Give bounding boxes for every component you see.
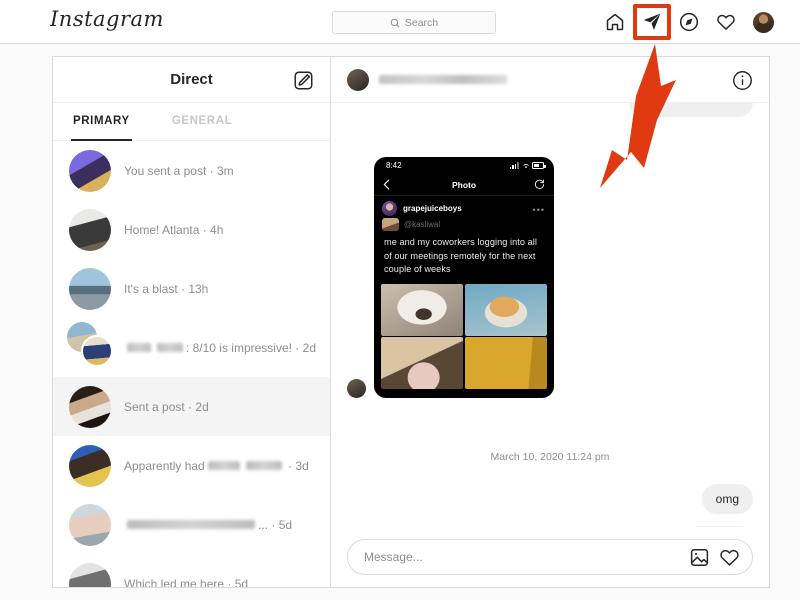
conversation-preview: Sent a post · 2d [124,399,209,414]
conversation-preview: Which led me here · 5d [124,577,316,588]
info-circle-icon[interactable] [732,70,753,91]
conversation-item[interactable]: You sent a post · 3m [53,141,330,200]
conversation-preview: It's a blast · 13h [124,281,209,296]
photo-attachment-icon[interactable] [689,547,710,568]
conversation-preview: Home! Atlanta · 4h [124,222,224,237]
message-input[interactable]: Message... [347,539,753,575]
shared-post-message[interactable]: 8:42 Photo grapejuiceboys ••• @kasliwal … [347,157,554,399]
sender-avatar [347,379,366,399]
timestamp: 3m [216,163,234,178]
grid-image-yellow-wall [464,337,547,390]
avatar[interactable] [347,68,369,91]
message-bubble[interactable]: omg [701,484,753,514]
chat-username-redacted [379,75,507,84]
chat-thread-panel: 8:42 Photo grapejuiceboys ••• @kasliwal … [331,57,769,587]
conversation-item[interactable]: Apparently had · 3d [53,436,330,495]
timestamp: 3d [295,458,309,473]
tab-primary[interactable]: PRIMARY [71,103,132,141]
phone-status-bar: 8:42 [374,157,554,174]
search-placeholder: Search [404,16,439,29]
grid-image-dog-closeup [381,283,464,336]
wifi-icon [522,164,529,169]
compose-new-message-icon[interactable] [293,70,314,91]
instagram-logo[interactable]: Instagram [50,7,164,31]
signal-icon [509,162,519,169]
conversation-item[interactable]: : 8/10 is impressive! · 2d [53,318,330,377]
explore-compass-icon[interactable] [679,12,699,32]
message-timestamp: March 10, 2020 11:24 pm [490,451,610,463]
message-row-outgoing: yes yes [684,526,753,527]
activity-heart-icon[interactable] [716,12,736,32]
direct-messages-icon[interactable] [633,4,671,40]
message-list[interactable]: 8:42 Photo grapejuiceboys ••• @kasliwal … [331,103,769,527]
instagram-direct-page: Instagram Search Direct PRIMARY GENERAL … [0,0,800,600]
status-bar-time: 8:42 [386,161,402,170]
inbox-title: Direct [170,71,213,88]
timestamp: 5d [278,517,293,532]
direct-message-panel: Direct PRIMARY GENERAL You sent a post ·… [52,56,770,588]
avatar [69,503,111,546]
avatar [69,444,111,487]
conversation-item[interactable]: Home! Atlanta · 4h [53,200,330,259]
timestamp: 5d [234,576,249,588]
post-account-row: grapejuiceboys ••• [374,196,554,218]
profile-avatar[interactable] [753,11,774,33]
conversation-preview: You sent a post · 3m [124,163,234,178]
message-bubble-scrolled-off [629,103,753,117]
message-row-outgoing: omg [701,484,753,514]
avatar [69,385,111,428]
top-navigation-bar: Instagram Search [0,0,800,44]
timestamp: 2d [195,399,209,414]
post-handle-row: @kasliwal [374,218,554,234]
message-bubble[interactable]: yes yes [684,526,753,527]
conversation-preview: ... · 5d [124,518,316,532]
battery-icon [532,162,546,169]
inbox-tabs: PRIMARY GENERAL [53,103,330,141]
inbox-header: Direct [53,57,330,103]
post-account-avatar [382,201,397,216]
avatar [69,562,111,587]
post-handle: @kasliwal [404,220,441,229]
phone-nav-title: Photo [451,179,477,190]
chat-header [331,57,769,103]
grid-image-fish-closeup [464,283,547,336]
avatar [69,267,111,310]
shared-post-screenshot: 8:42 Photo grapejuiceboys ••• @kasliwal … [374,157,554,399]
post-text: me and my coworkers logging into all of … [384,237,537,275]
inbox-sidebar: Direct PRIMARY GENERAL You sent a post ·… [53,57,331,587]
timestamp: 13h [188,281,209,296]
conversation-item[interactable]: Which led me here · 5d [53,554,330,587]
avatar [69,149,111,192]
timestamp: 2d [302,340,316,355]
nav-icon-group [605,0,774,44]
more-options-icon[interactable]: ••• [533,205,545,215]
post-account-name: grapejuiceboys [403,204,462,213]
conversation-item[interactable]: ... · 5d [53,495,330,554]
timestamp: 4h [210,222,224,237]
post-image-grid [374,283,554,397]
search-icon [390,18,400,28]
post-thumbnail [382,218,399,231]
search-input[interactable]: Search [332,11,496,34]
avatar [69,208,111,251]
conversation-preview: Apparently had · 3d [124,458,309,473]
message-composer: Message... [331,527,769,587]
conversation-list: You sent a post · 3m Home! Atlanta · 4h … [53,141,330,587]
like-heart-icon[interactable] [719,547,740,568]
conversation-preview: : 8/10 is impressive! · 2d [124,341,316,355]
avatar-group [67,321,113,369]
conversation-item[interactable]: It's a blast · 13h [53,259,330,318]
message-input-placeholder: Message... [364,550,423,564]
grid-image-dog-underside-closeup [381,337,464,390]
conversation-item-selected[interactable]: Sent a post · 2d [53,377,330,436]
phone-nav-bar: Photo [374,174,554,196]
tab-general[interactable]: GENERAL [170,103,234,141]
home-icon[interactable] [605,12,625,32]
